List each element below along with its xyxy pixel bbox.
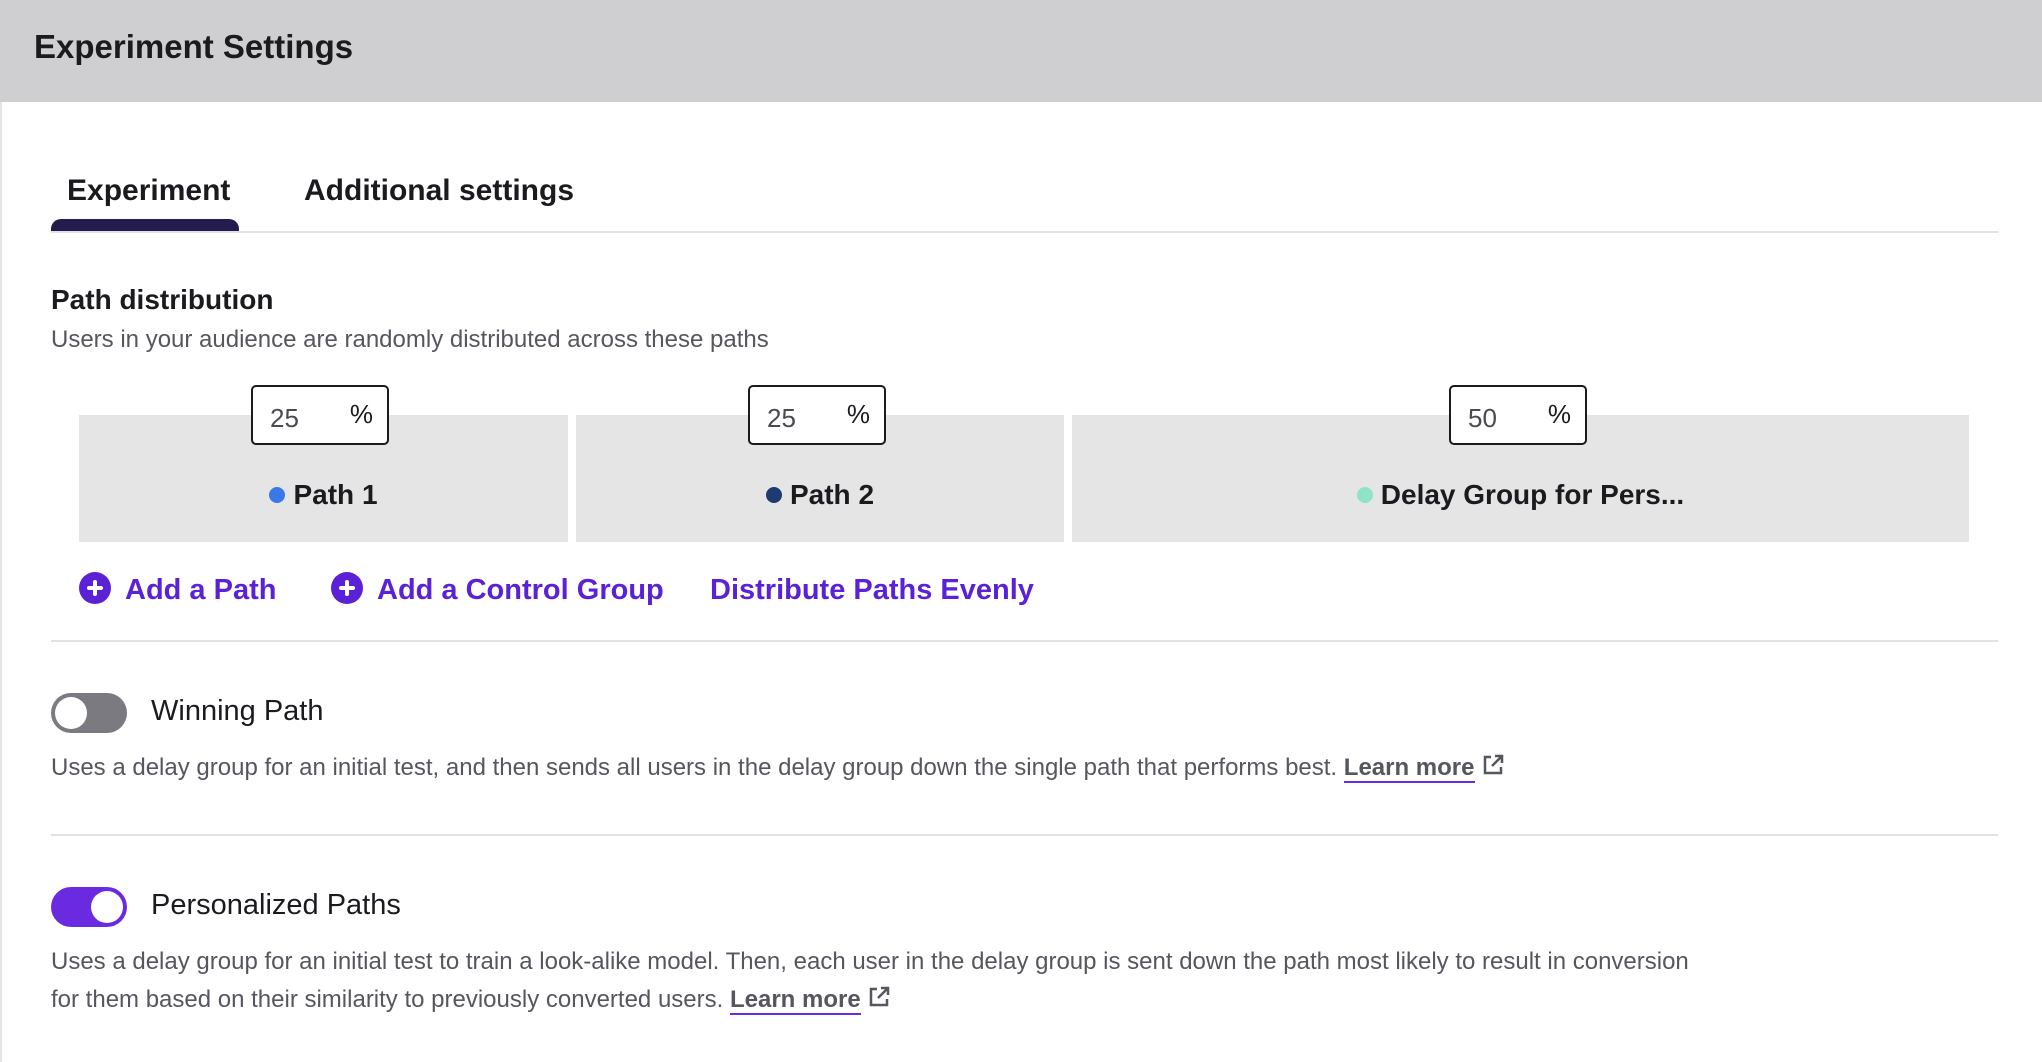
path-label: Delay Group for Pers... (1072, 479, 1969, 511)
add-path-label: Add a Path (125, 574, 277, 606)
page-title: Experiment Settings (34, 28, 354, 65)
winning-path-description: Uses a delay group for an initial test, … (51, 749, 1505, 787)
external-link-icon[interactable] (1481, 753, 1505, 777)
winning-path-label: Winning Path (151, 695, 324, 727)
panel-border (0, 102, 2, 1062)
path-name: Path 1 (293, 479, 378, 510)
path-name: Path 2 (789, 479, 875, 510)
external-link-icon[interactable] (867, 985, 891, 1009)
header-bar: Experiment Settings (0, 0, 2042, 102)
active-tab-indicator (51, 219, 239, 231)
percent-value: 25 (270, 403, 299, 433)
plus-circle-icon (79, 572, 111, 605)
path-distribution-subtitle: Users in your audience are randomly dist… (51, 326, 769, 353)
add-control-group-label: Add a Control Group (377, 574, 664, 606)
path-1-percent-input[interactable]: 25 % (251, 385, 389, 445)
path-name: Delay Group for Pers... (1380, 479, 1685, 510)
percent-sign: % (846, 399, 870, 429)
description-line-2: for them based on their similarity to pr… (51, 986, 724, 1013)
add-control-group-button[interactable]: Add a Control Group (331, 572, 664, 607)
percent-sign: % (1547, 399, 1571, 429)
path-color-dot (765, 486, 782, 503)
description-line-1: Uses a delay group for an initial test t… (51, 948, 1689, 975)
description-line-2-wrap: for them based on their similarity to pr… (51, 981, 1689, 1019)
winning-path-learn-more-link[interactable]: Learn more (1343, 754, 1475, 783)
distribute-paths-evenly-button[interactable]: Distribute Paths Evenly (710, 574, 1034, 607)
section-divider (51, 640, 1998, 642)
percent-sign: % (349, 399, 373, 429)
path-color-dot (269, 486, 286, 503)
path-color-dot (1356, 486, 1373, 503)
tab-bar: Experiment Additional settings (51, 160, 1998, 232)
personalized-paths-label: Personalized Paths (151, 889, 401, 921)
personalized-paths-description: Uses a delay group for an initial test t… (51, 943, 1689, 1019)
personalized-paths-toggle[interactable] (51, 887, 127, 927)
description-text: Uses a delay group for an initial test, … (51, 754, 1338, 781)
delay-group-percent-input[interactable]: 50 % (1449, 385, 1587, 445)
path-label: Path 1 (79, 479, 568, 511)
tab-experiment[interactable]: Experiment (67, 174, 230, 208)
plus-circle-icon (331, 572, 363, 605)
add-path-button[interactable]: Add a Path (79, 572, 277, 607)
winning-path-toggle[interactable] (51, 693, 127, 733)
path-2-percent-input[interactable]: 25 % (748, 385, 886, 445)
personalized-paths-learn-more-link[interactable]: Learn more (729, 986, 861, 1015)
section-divider (51, 834, 1998, 836)
toggle-knob (91, 891, 123, 923)
path-label: Path 2 (576, 479, 1064, 511)
tab-additional-settings[interactable]: Additional settings (304, 174, 574, 208)
percent-value: 25 (767, 403, 796, 433)
toggle-knob (55, 697, 87, 729)
tabs-divider (51, 231, 1998, 233)
path-distribution-title: Path distribution (51, 284, 274, 315)
percent-value: 50 (1468, 403, 1497, 433)
